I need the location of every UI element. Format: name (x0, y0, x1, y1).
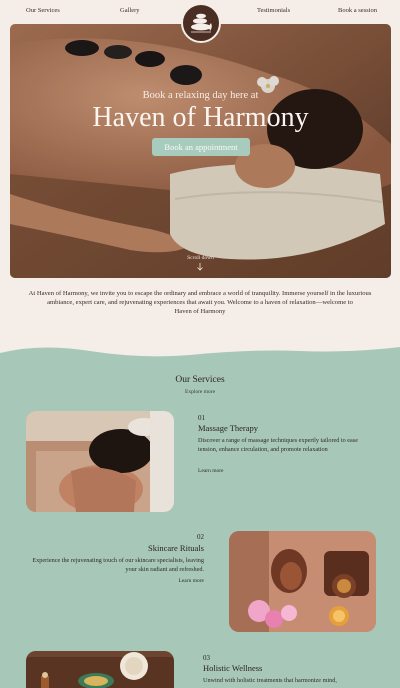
intro-text: At Haven of Harmony, we invite you to es… (28, 290, 372, 306)
service-description: Experience the rejuvenating touch of our… (32, 557, 204, 573)
hero-title: Haven of Harmony (92, 102, 309, 133)
intro-brand: Haven of Harmony (174, 307, 226, 315)
skincare-rituals-image (229, 531, 376, 632)
services-heading: Our Services (175, 375, 225, 385)
scroll-down-label[interactable]: Scroll down (10, 255, 391, 261)
intro-paragraph: At Haven of Harmony, we invite you to es… (22, 290, 378, 317)
explore-more-link[interactable]: Explore more (0, 389, 400, 395)
service-number: 02 (197, 533, 204, 541)
service-number: 03 (203, 654, 210, 662)
service-description: Unwind with holistic treatments that har… (203, 677, 337, 684)
nav-link-book-session[interactable]: Book a session (338, 7, 377, 14)
massage-therapy-image (26, 411, 174, 512)
service-number: 01 (198, 414, 205, 422)
hero-pretitle: Book a relaxing day here at (142, 90, 259, 101)
stones-icon (191, 13, 212, 33)
service-title: Massage Therapy (198, 423, 259, 433)
nav-link-gallery[interactable]: Gallery (120, 7, 140, 14)
arrow-down-icon[interactable] (196, 263, 204, 271)
hero-banner: Book a relaxing day here at Haven of Har… (10, 24, 391, 278)
service-title: Holistic Wellness (203, 663, 263, 673)
learn-more-link[interactable]: Learn more (198, 468, 224, 474)
book-appointment-button[interactable]: Book an appointment (152, 138, 250, 156)
service-title: Skincare Rituals (148, 543, 204, 553)
spa-stones-logo[interactable] (181, 3, 221, 43)
service-description: Discover a range of massage techniques e… (198, 437, 358, 453)
nav-link-testimonials[interactable]: Testimonials (257, 7, 290, 14)
holistic-wellness-image (26, 651, 174, 688)
learn-more-link[interactable]: Learn more (150, 578, 205, 584)
nav-link-services[interactable]: Our Services (26, 7, 60, 14)
